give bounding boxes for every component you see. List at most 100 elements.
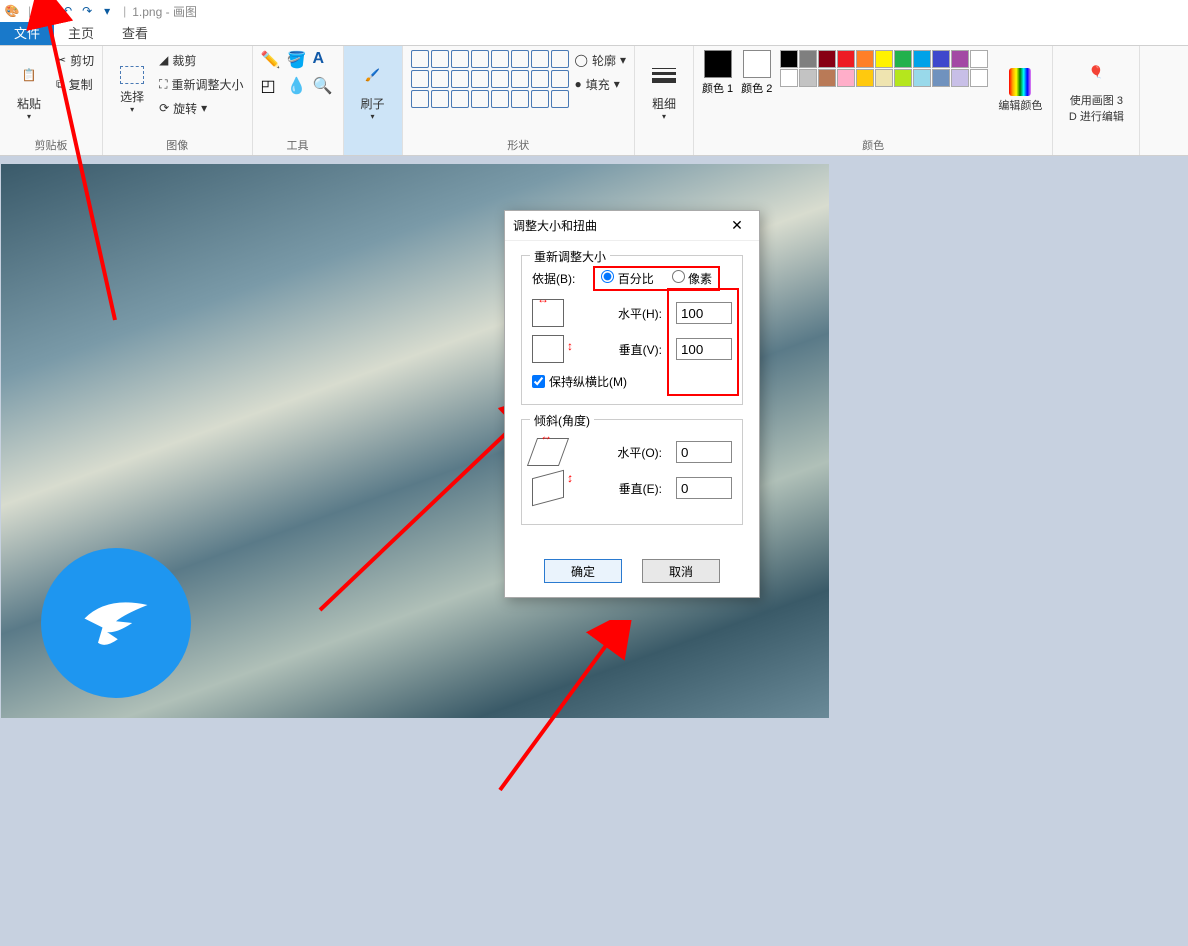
aspect-checkbox[interactable] <box>532 375 545 388</box>
palette-swatch[interactable] <box>780 69 798 87</box>
resize-v-icon: ↕ <box>532 335 564 363</box>
inputs-highlight-box <box>667 288 739 396</box>
palette-swatch[interactable] <box>970 50 988 68</box>
palette-swatch[interactable] <box>932 69 950 87</box>
color2-label: 颜色 2 <box>741 80 772 96</box>
shape-outline-button[interactable]: ◯ 轮廓 ▾ <box>575 50 626 70</box>
save-icon[interactable]: 💾 <box>39 3 55 19</box>
resize-label: 重新调整大小 <box>171 76 243 93</box>
resize-button[interactable]: ⛶ 重新调整大小 <box>159 74 243 94</box>
crop-label: 裁剪 <box>172 52 196 69</box>
palette-swatch[interactable] <box>856 69 874 87</box>
fill-tool-icon[interactable]: 🪣 <box>287 50 309 70</box>
skew-h-icon: ↔ <box>527 438 569 466</box>
dialog-title: 调整大小和扭曲 <box>513 217 597 234</box>
resize-skew-dialog: 调整大小和扭曲 ✕ 重新调整大小 依据(B): 百分比 像素 ↔ 水平(H): … <box>504 210 760 598</box>
skew-v-icon: ↕ <box>532 470 564 507</box>
titlebar: 🎨 | 💾 ↶ ↷ ▾ | 1.png - 画图 <box>0 0 1188 22</box>
redo-icon[interactable]: ↷ <box>79 3 95 19</box>
paint3d-button[interactable]: 🎈 使用画图 3 D 进行编辑 <box>1061 50 1131 130</box>
select-label: 选择 <box>120 88 144 105</box>
app-icon: 🎨 <box>4 3 20 19</box>
dialog-close-icon[interactable]: ✕ <box>723 217 751 234</box>
skew-v-label: 垂直(E): <box>572 480 668 497</box>
skew-h-input[interactable] <box>676 441 732 463</box>
select-button[interactable]: 选择 ▾ <box>111 50 153 130</box>
title-filename: 1.png <box>132 5 162 19</box>
palette-swatch[interactable] <box>894 50 912 68</box>
palette-swatch[interactable] <box>856 50 874 68</box>
select-icon <box>120 66 144 84</box>
tab-strip: 文件 主页 查看 <box>0 22 1188 46</box>
tab-home[interactable]: 主页 <box>54 22 108 45</box>
skew-group: 倾斜(角度) ↔ 水平(O): ↕ 垂直(E): <box>521 419 743 525</box>
group-image: 选择 ▾ ◢ 裁剪 ⛶ 重新调整大小 ⟳ 旋转 ▾ 图像 <box>103 46 252 155</box>
resize-h-icon: ↔ <box>532 299 564 327</box>
group-shapes: ◯ 轮廓 ▾ ● 填充 ▾ 形状 <box>403 46 635 155</box>
paste-button[interactable]: 📋 粘贴 ▾ <box>8 50 50 130</box>
palette-swatch[interactable] <box>970 69 988 87</box>
ok-button[interactable]: 确定 <box>544 559 622 583</box>
ribbon: 📋 粘贴 ▾ ✂ 剪切 ⧉ 复制 剪贴板 选择 ▾ ◢ 裁剪 ⛶ 重新调整大小 … <box>0 46 1188 156</box>
aspect-label: 保持纵横比(M) <box>549 373 627 390</box>
title-app: - 画图 <box>162 5 197 19</box>
color2-swatch[interactable] <box>743 50 771 78</box>
size-icon <box>648 59 680 91</box>
text-tool-icon[interactable]: A <box>313 50 335 68</box>
color1-swatch[interactable] <box>704 50 732 78</box>
shapes-gallery[interactable] <box>411 50 569 108</box>
palette-swatch[interactable] <box>799 50 817 68</box>
palette-swatch[interactable] <box>875 69 893 87</box>
skew-h-label: 水平(O): <box>572 444 668 461</box>
brush-button[interactable]: 🖌️ 刷子 ▾ <box>352 50 394 130</box>
rotate-label: 旋转 <box>173 100 197 117</box>
group-clipboard-label: 剪贴板 <box>8 137 94 153</box>
palette-swatch[interactable] <box>951 50 969 68</box>
paste-label: 粘贴 <box>17 95 41 112</box>
fill-label: 填充 <box>586 76 610 93</box>
palette-swatch[interactable] <box>837 69 855 87</box>
palette-swatch[interactable] <box>932 50 950 68</box>
zoom-tool-icon[interactable]: 🔍 <box>313 76 335 96</box>
rotate-button[interactable]: ⟳ 旋转 ▾ <box>159 98 243 118</box>
edit-colors-label: 编辑颜色 <box>998 100 1042 112</box>
eraser-tool-icon[interactable]: ◰ <box>261 76 283 96</box>
palette-swatch[interactable] <box>913 69 931 87</box>
undo-icon[interactable]: ↶ <box>59 3 75 19</box>
copy-button[interactable]: ⧉ 复制 <box>56 74 94 94</box>
palette-swatch[interactable] <box>913 50 931 68</box>
tab-view[interactable]: 查看 <box>108 22 162 45</box>
qat-customize-icon[interactable]: ▾ <box>99 3 115 19</box>
palette-swatch[interactable] <box>818 50 836 68</box>
skew-v-input[interactable] <box>676 477 732 499</box>
size-button[interactable]: 粗细 ▾ <box>643 50 685 130</box>
edit-colors-icon <box>1009 68 1031 96</box>
tab-file[interactable]: 文件 <box>0 22 54 45</box>
palette-swatch[interactable] <box>837 50 855 68</box>
palette-swatch[interactable] <box>894 69 912 87</box>
dingtalk-logo <box>41 548 191 698</box>
palette-swatch[interactable] <box>875 50 893 68</box>
picker-tool-icon[interactable]: 💧 <box>287 76 309 96</box>
cancel-button[interactable]: 取消 <box>642 559 720 583</box>
crop-button[interactable]: ◢ 裁剪 <box>159 50 243 70</box>
palette-swatch[interactable] <box>780 50 798 68</box>
group-colors-label: 颜色 <box>702 137 1044 153</box>
cut-button[interactable]: ✂ 剪切 <box>56 50 94 70</box>
color-palette[interactable] <box>780 50 988 87</box>
pencil-tool-icon[interactable]: ✏️ <box>261 50 283 70</box>
palette-swatch[interactable] <box>951 69 969 87</box>
radio-pixels[interactable]: 像素 <box>672 270 712 287</box>
group-brush: 🖌️ 刷子 ▾ <box>344 46 403 155</box>
shape-fill-button[interactable]: ● 填充 ▾ <box>575 74 626 94</box>
edit-colors-button[interactable]: 编辑颜色 <box>996 50 1044 130</box>
radio-percentage[interactable]: 百分比 <box>601 270 653 287</box>
by-label: 依据(B): <box>532 270 575 287</box>
group-size: 粗细 ▾ <box>635 46 694 155</box>
resize-legend: 重新调整大小 <box>530 248 610 265</box>
palette-swatch[interactable] <box>818 69 836 87</box>
group-tools: ✏️ 🪣 A ◰ 💧 🔍 工具 <box>253 46 344 155</box>
palette-swatch[interactable] <box>799 69 817 87</box>
size-label: 粗细 <box>652 95 676 112</box>
brush-icon: 🖌️ <box>357 59 389 91</box>
